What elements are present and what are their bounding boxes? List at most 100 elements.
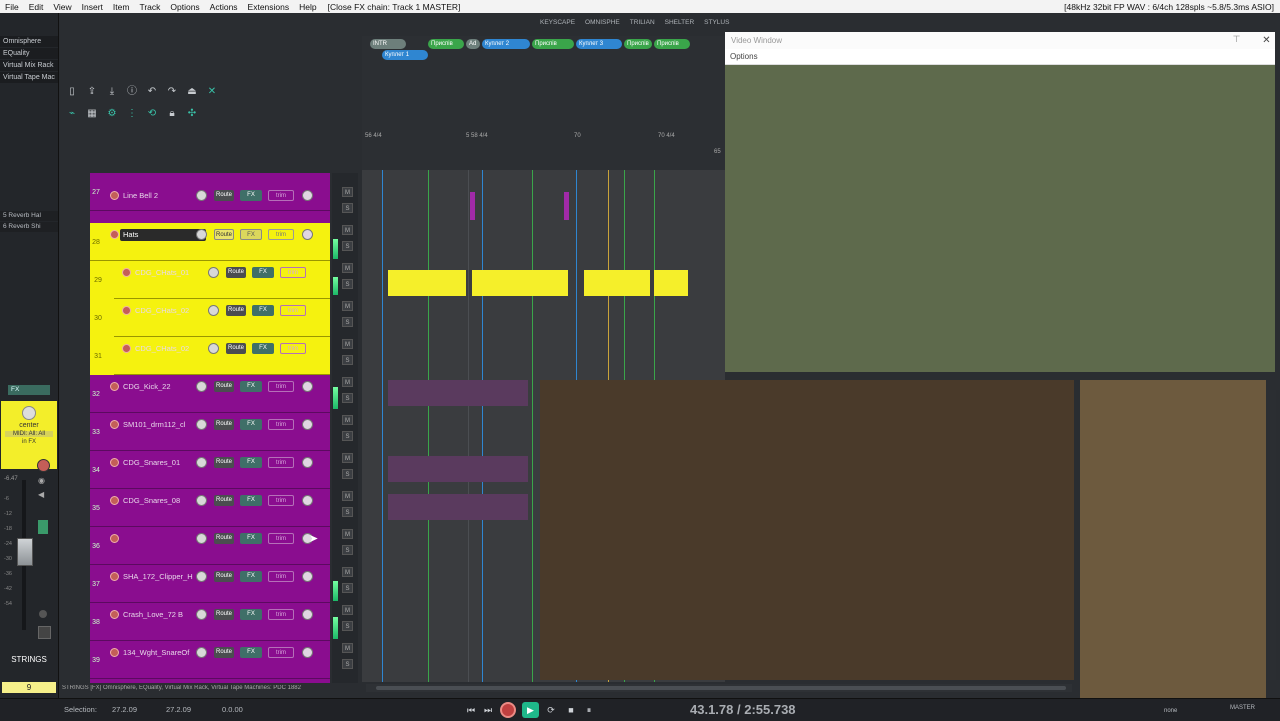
pan-knob[interactable] bbox=[302, 571, 313, 582]
volume-knob[interactable] bbox=[196, 609, 207, 620]
trim-button[interactable]: trim bbox=[268, 571, 294, 582]
menu-extensions[interactable]: Extensions bbox=[243, 2, 295, 12]
mute-button[interactable]: M bbox=[342, 301, 353, 311]
fx-button[interactable]: FX bbox=[252, 305, 274, 316]
track-name[interactable]: CDG_Snares_08 bbox=[120, 495, 196, 507]
route-button[interactable]: Route bbox=[226, 343, 246, 354]
rec-arm-button[interactable] bbox=[110, 534, 119, 543]
tuner-icon[interactable]: ✣ bbox=[186, 108, 198, 120]
trim-button[interactable]: trim bbox=[268, 533, 294, 544]
envelope-icon[interactable]: ⋮ bbox=[126, 108, 138, 120]
solo-button[interactable]: S bbox=[342, 241, 353, 251]
solo-button[interactable]: S bbox=[342, 545, 353, 555]
mute-button[interactable]: M bbox=[342, 225, 353, 235]
trim-button[interactable]: trim bbox=[280, 267, 306, 278]
rec-arm-button[interactable] bbox=[110, 230, 119, 239]
trim-button[interactable]: trim bbox=[268, 457, 294, 468]
trim-button[interactable]: trim bbox=[280, 305, 306, 316]
region-marker[interactable]: Ad bbox=[466, 39, 480, 49]
track-name[interactable]: Hats bbox=[120, 229, 206, 241]
track-row[interactable]: 32 CDG_Kick_22 Route FX trim bbox=[90, 375, 330, 413]
volume-knob[interactable] bbox=[196, 190, 207, 201]
phase-icon[interactable]: ◉ bbox=[38, 476, 48, 486]
route-button[interactable]: Route bbox=[214, 190, 234, 201]
pin-icon[interactable]: ⊤ bbox=[1231, 34, 1242, 45]
volume-fader-handle[interactable] bbox=[17, 538, 33, 566]
tab-trilian[interactable]: TRILIAN bbox=[630, 19, 655, 29]
ripple-icon[interactable]: ✕ bbox=[206, 86, 218, 98]
track-name[interactable]: CDG_CHats_02 bbox=[132, 305, 218, 317]
midi-item[interactable] bbox=[470, 192, 475, 220]
menu-item[interactable]: Item bbox=[108, 2, 135, 12]
mute-button[interactable]: M bbox=[342, 491, 353, 501]
tab-stylus[interactable]: STYLUS bbox=[704, 19, 729, 29]
rec-arm-button[interactable] bbox=[122, 268, 131, 277]
fx-item[interactable]: Omnisphere bbox=[0, 36, 58, 47]
project-settings-icon[interactable]: ⓘ bbox=[126, 86, 138, 98]
media-item[interactable] bbox=[584, 270, 650, 296]
solo-button[interactable]: S bbox=[342, 279, 353, 289]
rec-arm-button[interactable] bbox=[37, 459, 50, 472]
stop-icon[interactable]: ■ bbox=[564, 703, 578, 717]
track-name[interactable]: SHA_172_Clipper_H bbox=[120, 571, 196, 583]
trim-button[interactable]: trim bbox=[268, 647, 294, 658]
mute-button[interactable]: M bbox=[342, 339, 353, 349]
solo-button[interactable]: S bbox=[342, 203, 353, 213]
mute-button[interactable]: M bbox=[342, 529, 353, 539]
mute-button[interactable]: M bbox=[342, 415, 353, 425]
route-button[interactable]: Route bbox=[226, 305, 246, 316]
track-row[interactable]: 34 CDG_Snares_01 Route FX trim bbox=[90, 451, 330, 489]
track-row[interactable]: 28 Hats Route FX trim bbox=[90, 223, 330, 261]
region-marker[interactable]: INTR bbox=[370, 39, 406, 49]
rec-arm-button[interactable] bbox=[110, 420, 119, 429]
volume-knob[interactable] bbox=[196, 571, 207, 582]
trim-button[interactable]: trim bbox=[268, 495, 294, 506]
region-marker[interactable]: Куплет 1 bbox=[382, 50, 428, 60]
track-row[interactable]: 30 CDG_CHats_02 Route FX trim bbox=[94, 299, 330, 337]
fx-item[interactable]: Virtual Mix Rack bbox=[0, 60, 58, 71]
menu-actions[interactable]: Actions bbox=[205, 2, 243, 12]
menu-track[interactable]: Track bbox=[134, 2, 165, 12]
lock-icon[interactable]: 🔒︎ bbox=[166, 108, 178, 120]
region-marker[interactable]: Куплет 3 bbox=[576, 39, 622, 49]
media-item[interactable] bbox=[654, 270, 688, 296]
route-button[interactable]: Route bbox=[214, 229, 234, 240]
trim-button[interactable]: trim bbox=[280, 343, 306, 354]
route-button[interactable]: Route bbox=[214, 533, 234, 544]
trim-button[interactable]: trim bbox=[268, 419, 294, 430]
grid-icon[interactable]: ⌁ bbox=[66, 108, 78, 120]
rec-arm-button[interactable] bbox=[122, 306, 131, 315]
solo-button[interactable]: S bbox=[342, 469, 353, 479]
route-icon[interactable] bbox=[38, 520, 48, 534]
mute-button[interactable]: M bbox=[342, 567, 353, 577]
trim-button[interactable]: trim bbox=[268, 190, 294, 201]
pan-knob[interactable] bbox=[302, 609, 313, 620]
scrollbar-thumb[interactable] bbox=[376, 686, 1066, 690]
volume-knob[interactable] bbox=[208, 267, 219, 278]
route-button[interactable]: Route bbox=[214, 571, 234, 582]
volume-knob[interactable] bbox=[196, 457, 207, 468]
route-button[interactable]: Route bbox=[214, 495, 234, 506]
route-button[interactable]: Route bbox=[214, 609, 234, 620]
item-lock-icon[interactable]: ⚙ bbox=[106, 108, 118, 120]
track-name[interactable]: CDG_Snares_01 bbox=[120, 457, 196, 469]
region-marker[interactable]: Приспів bbox=[624, 39, 652, 49]
volume-knob[interactable] bbox=[196, 381, 207, 392]
record-button[interactable] bbox=[500, 702, 516, 718]
midi-item[interactable] bbox=[388, 494, 528, 520]
solo-button[interactable]: S bbox=[342, 659, 353, 669]
midi-routing-label[interactable]: MIDI: All: All bbox=[5, 431, 53, 437]
fx-toggle-button[interactable]: FX bbox=[8, 385, 50, 395]
volume-knob[interactable] bbox=[208, 305, 219, 316]
selection-end[interactable]: 27.2.09 bbox=[166, 705, 191, 714]
loop-icon[interactable]: ⟲ bbox=[146, 108, 158, 120]
rec-arm-button[interactable] bbox=[110, 458, 119, 467]
volume-knob[interactable] bbox=[196, 647, 207, 658]
video-options-menu[interactable]: Options bbox=[725, 49, 1275, 65]
trim-icon[interactable] bbox=[38, 626, 51, 639]
menu-options[interactable]: Options bbox=[165, 2, 204, 12]
pan-knob[interactable] bbox=[302, 647, 313, 658]
fx-item[interactable]: Virtual Tape Mac bbox=[0, 72, 58, 83]
volume-knob[interactable] bbox=[196, 419, 207, 430]
pan-knob[interactable] bbox=[302, 457, 313, 468]
